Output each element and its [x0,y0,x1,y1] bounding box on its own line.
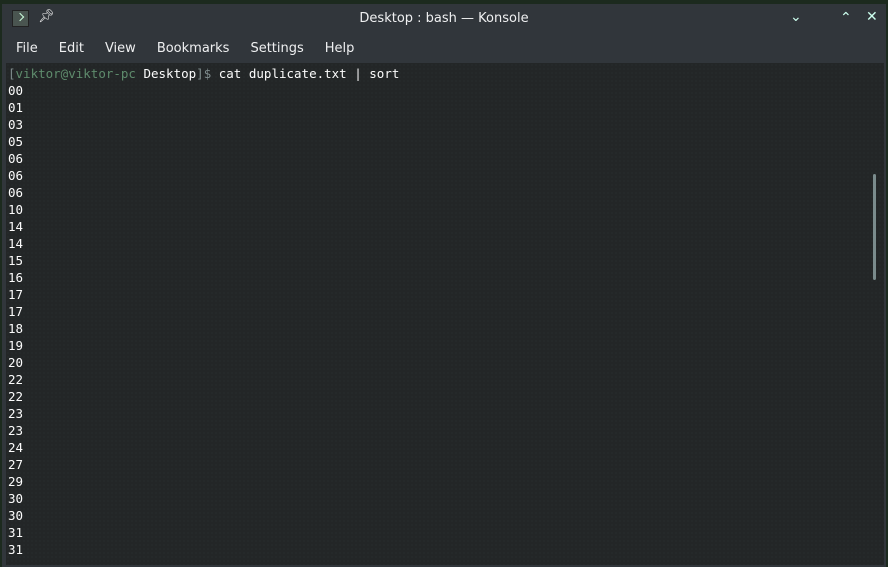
prompt-bracket: [ [8,66,16,81]
output-line: 18 [8,321,24,336]
output-line: 16 [8,270,24,285]
menu-help[interactable]: Help [317,41,363,56]
menu-file[interactable]: File [8,41,46,56]
menu-view[interactable]: View [97,41,144,56]
maximize-button[interactable]: ⌃ [840,10,852,26]
output-line: 20 [8,355,24,370]
output-line: 14 [8,236,24,251]
output-line: 30 [8,508,24,523]
output-line: 05 [8,134,24,149]
output-line: 30 [8,491,24,506]
output-line: 14 [8,219,24,234]
window-title: Desktop : bash — Konsole [359,11,529,26]
output-line: 17 [8,287,24,302]
output-line: 23 [8,406,24,421]
prompt-line: [viktor@viktor-pc Desktop]$ cat duplicat… [8,65,884,82]
output-line: 03 [8,117,24,132]
output-line: 29 [8,474,24,489]
scrollbar[interactable] [873,174,876,280]
output-line: 22 [8,389,24,404]
output-line: 00 [8,83,24,98]
minimize-button[interactable]: ⌄ [790,9,802,25]
output-line: 31 [8,525,24,540]
menu-bar: File Edit View Bookmarks Settings Help [2,34,886,62]
title-bar: 📌︎ Desktop : bash — Konsole ⌄ ⌃ ✕ [2,4,886,34]
command-text: cat duplicate.txt | sort [211,66,400,81]
output-line: 19 [8,338,24,353]
output-line: 06 [8,151,24,166]
prompt-symbol: ]$ [196,66,212,81]
output-line: 10 [8,202,24,217]
close-button[interactable]: ✕ [866,9,878,25]
output-line: 01 [8,100,24,115]
prompt-dir: Desktop [135,66,197,81]
output-line: 24 [8,440,24,455]
output-line: 15 [8,253,24,268]
output-line: 06 [8,185,24,200]
output-line: 22 [8,372,24,387]
output-line: 06 [8,168,24,183]
prompt-user: viktor@viktor-pc [15,66,136,81]
menu-bookmarks[interactable]: Bookmarks [149,41,238,56]
output-line: 17 [8,304,24,319]
menu-settings[interactable]: Settings [242,41,311,56]
konsole-window: 📌︎ Desktop : bash — Konsole ⌄ ⌃ ✕ File E… [2,4,886,567]
output-line: 23 [8,423,24,438]
output-line: 31 [8,542,24,557]
output-line: 27 [8,457,24,472]
terminal-output[interactable]: [viktor@viktor-pc Desktop]$ cat duplicat… [6,63,884,565]
menu-edit[interactable]: Edit [51,41,92,56]
